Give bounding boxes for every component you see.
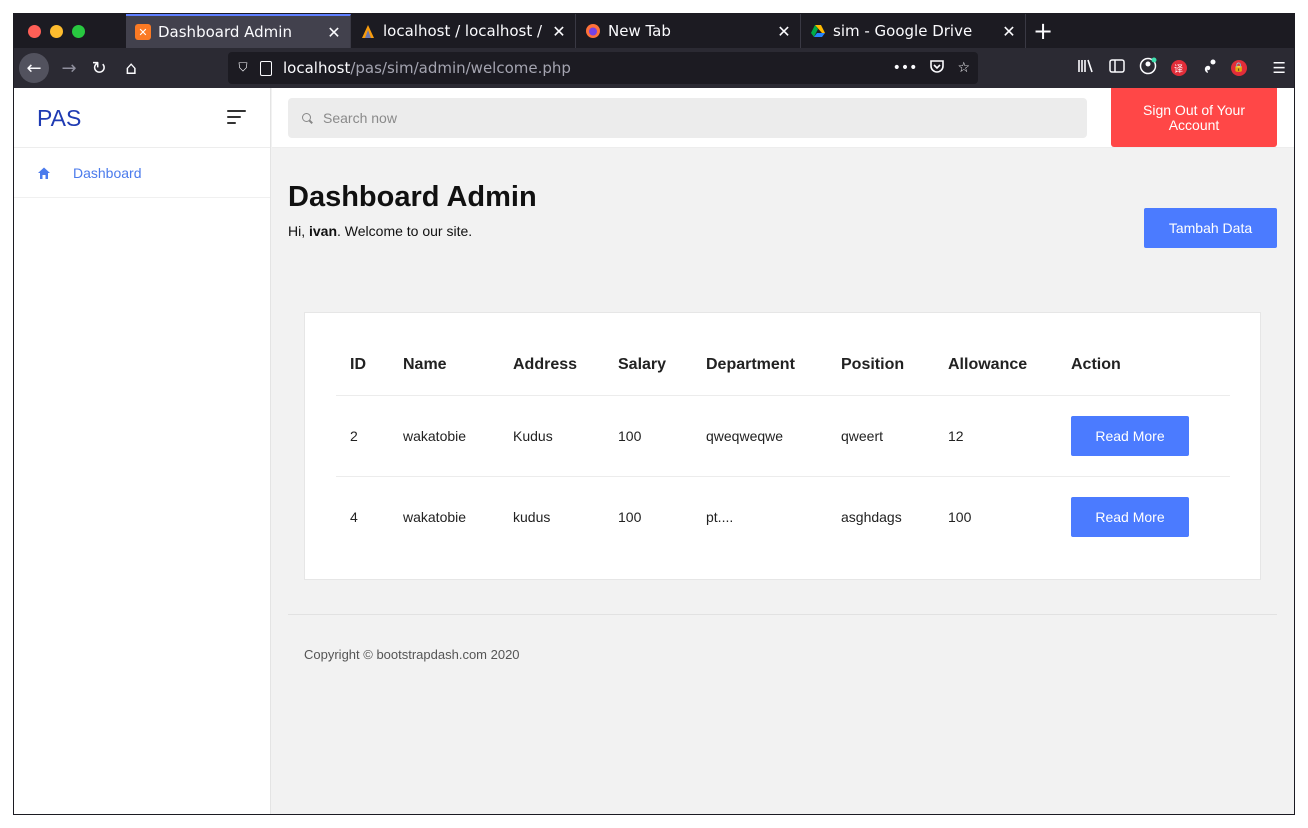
cell-id: 2 bbox=[336, 395, 389, 477]
username: ivan bbox=[309, 223, 338, 239]
footer-copyright: Copyright © bootstrapdash.com 2020 bbox=[304, 647, 520, 662]
cell-action: Read More bbox=[1057, 476, 1230, 557]
footer-divider bbox=[288, 614, 1277, 615]
main-content: Dashboard Admin Hi, ivan. Welcome to our… bbox=[272, 148, 1294, 814]
xampp-icon: ✕ bbox=[135, 24, 151, 40]
account-icon[interactable] bbox=[1139, 57, 1157, 79]
cell-name: wakatobie bbox=[389, 395, 499, 477]
close-tab-icon[interactable]: ✕ bbox=[776, 22, 792, 41]
search-icon bbox=[302, 112, 313, 124]
sign-out-button[interactable]: Sign Out of Your Account bbox=[1111, 88, 1277, 147]
sidebar-item-label: Dashboard bbox=[73, 164, 142, 181]
table-header-row: ID Name Address Salary Department Positi… bbox=[336, 335, 1230, 396]
web-page: PAS Dashboard Sign Out of Your Account D… bbox=[14, 88, 1294, 814]
column-header-allowance: Allowance bbox=[934, 335, 1057, 396]
library-icon[interactable] bbox=[1077, 58, 1095, 78]
cell-allowance: 100 bbox=[948, 508, 972, 525]
tab-title: Dashboard Admin bbox=[158, 23, 292, 41]
close-window-button[interactable] bbox=[28, 25, 41, 38]
page-title: Dashboard Admin bbox=[288, 181, 537, 213]
sidebar: PAS Dashboard bbox=[14, 88, 271, 814]
read-more-button[interactable]: Read More bbox=[1071, 415, 1189, 456]
cell-position: asghdags bbox=[841, 508, 902, 525]
menu-toggle-icon[interactable] bbox=[227, 110, 246, 128]
url-text[interactable]: localhost/pas/sim/admin/welcome.php bbox=[283, 59, 571, 77]
extension-translate-icon[interactable]: 译 bbox=[1170, 60, 1187, 76]
cell-address: Kudus bbox=[499, 395, 604, 477]
column-header-address: Address bbox=[499, 335, 604, 396]
shield-icon[interactable]: ⛉ bbox=[236, 60, 250, 76]
toolbar-right: 译 🔒 ☰ bbox=[1077, 53, 1286, 83]
pocket-icon[interactable] bbox=[929, 58, 945, 78]
tab-new-tab[interactable]: New Tab ✕ bbox=[576, 14, 801, 48]
tab-phpmyadmin[interactable]: localhost / localhost / crud ✕ bbox=[351, 14, 576, 48]
read-more-button[interactable]: Read More bbox=[1071, 496, 1189, 537]
tab-title: sim - Google Drive bbox=[833, 22, 973, 40]
search-input[interactable] bbox=[323, 110, 1023, 126]
reload-button[interactable]: ↻ bbox=[84, 53, 114, 83]
close-tab-icon[interactable]: ✕ bbox=[551, 22, 567, 41]
greeting-suffix: . Welcome to our site. bbox=[337, 223, 473, 239]
cell-address: kudus bbox=[513, 508, 551, 525]
search-box[interactable] bbox=[288, 98, 1087, 138]
cell-allowance: 12 bbox=[934, 395, 1057, 477]
table-row: 2 wakatobie Kudus 100 qweqweqwe qweert 1… bbox=[336, 395, 1230, 477]
close-tab-icon[interactable]: ✕ bbox=[1001, 22, 1017, 41]
firefox-icon bbox=[585, 23, 601, 39]
cell-salary: 100 bbox=[618, 508, 642, 525]
add-data-button[interactable]: Tambah Data bbox=[1144, 208, 1277, 248]
home-icon bbox=[37, 166, 51, 180]
new-tab-button[interactable]: + bbox=[1032, 16, 1054, 46]
url-path: /pas/sim/admin/welcome.php bbox=[350, 59, 571, 77]
cell-salary: 100 bbox=[604, 395, 692, 477]
cell-position: qweert bbox=[827, 395, 934, 477]
forward-button[interactable]: → bbox=[54, 53, 84, 83]
welcome-message: Hi, ivan. Welcome to our site. bbox=[288, 223, 472, 239]
cell-department: qweqweqwe bbox=[692, 395, 827, 477]
tab-dashboard-admin[interactable]: ✕ Dashboard Admin ✕ bbox=[126, 14, 351, 48]
phpmyadmin-icon bbox=[360, 23, 376, 39]
url-actions: ••• ☆ bbox=[893, 52, 970, 84]
sidebar-item-dashboard[interactable]: Dashboard bbox=[14, 148, 270, 198]
tab-title: localhost / localhost / crud bbox=[383, 22, 545, 40]
column-header-action: Action bbox=[1057, 335, 1230, 396]
employee-table: ID Name Address Salary Department Positi… bbox=[336, 335, 1230, 557]
close-tab-icon[interactable]: ✕ bbox=[326, 23, 342, 42]
data-table-card: ID Name Address Salary Department Positi… bbox=[304, 312, 1261, 580]
sidebar-brand-row: PAS bbox=[14, 88, 270, 148]
column-header-name: Name bbox=[389, 335, 499, 396]
back-button[interactable]: ← bbox=[19, 53, 49, 83]
column-header-position: Position bbox=[827, 335, 934, 396]
navigation-toolbar: ← → ↻ ⌂ ⛉ localhost/pas/sim/admin/welcom… bbox=[14, 48, 1294, 88]
google-drive-icon bbox=[810, 23, 826, 39]
url-host: localhost bbox=[283, 59, 351, 77]
page-icon bbox=[260, 60, 272, 76]
tab-google-drive[interactable]: sim - Google Drive ✕ bbox=[801, 14, 1026, 48]
browser-window: ✕ Dashboard Admin ✕ localhost / localhos… bbox=[13, 13, 1295, 815]
greeting-prefix: Hi, bbox=[288, 223, 309, 239]
column-header-salary: Salary bbox=[604, 335, 692, 396]
cell-id: 4 bbox=[350, 508, 358, 525]
sidebar-toggle-icon[interactable] bbox=[1108, 59, 1125, 77]
bookmark-star-icon[interactable]: ☆ bbox=[957, 60, 970, 76]
table-row: 4 wakatobie kudus 100 pt.... asghdags 10… bbox=[336, 476, 1230, 557]
brand-logo[interactable]: PAS bbox=[37, 105, 81, 132]
maximize-window-button[interactable] bbox=[72, 25, 85, 38]
cell-name: wakatobie bbox=[403, 508, 467, 525]
tab-title: New Tab bbox=[608, 22, 671, 40]
extension-lock-icon[interactable]: 🔒 bbox=[1230, 60, 1247, 76]
address-bar[interactable]: ⛉ localhost/pas/sim/admin/welcome.php ••… bbox=[228, 52, 978, 84]
column-header-id: ID bbox=[336, 335, 389, 396]
minimize-window-button[interactable] bbox=[50, 25, 63, 38]
cell-department: pt.... bbox=[706, 508, 734, 525]
extension-gnome-icon[interactable] bbox=[1201, 58, 1217, 78]
hamburger-menu-icon[interactable]: ☰ bbox=[1273, 59, 1286, 77]
more-actions-icon[interactable]: ••• bbox=[893, 60, 918, 76]
top-navbar: Sign Out of Your Account bbox=[272, 88, 1294, 148]
column-header-department: Department bbox=[692, 335, 827, 396]
home-button[interactable]: ⌂ bbox=[116, 53, 146, 83]
tab-bar: ✕ Dashboard Admin ✕ localhost / localhos… bbox=[14, 14, 1294, 48]
cell-action: Read More bbox=[1057, 395, 1230, 477]
